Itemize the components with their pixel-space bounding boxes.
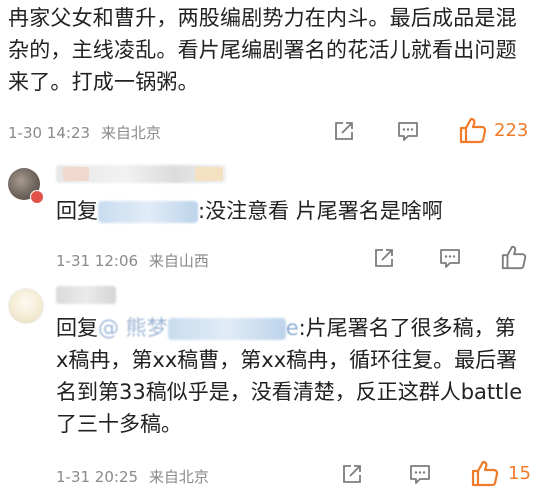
user-tag xyxy=(63,167,89,181)
reply-meta: 1-31 12:06 来自山西 xyxy=(56,250,209,271)
like-icon xyxy=(501,245,527,270)
comment-source: 来自北京 xyxy=(100,124,161,142)
mention-blurred[interactable] xyxy=(98,201,198,223)
share-icon xyxy=(335,122,353,140)
comment-icon xyxy=(398,122,418,141)
reply-source: 来自山西 xyxy=(148,252,209,270)
mention-visible[interactable]: @ 熊梦 xyxy=(98,316,168,340)
share-icon xyxy=(343,465,361,483)
comment-text: 冉家父女和曹升，两股编剧势力在内斗。最后成品是混杂的，主线凌乱。看片尾编剧署名的… xyxy=(8,6,517,94)
avatar[interactable] xyxy=(8,288,44,324)
user-tag xyxy=(195,167,223,181)
share-button[interactable] xyxy=(340,462,364,486)
comment-button[interactable] xyxy=(438,246,462,270)
share-icon xyxy=(375,249,393,267)
reply-time: 1-31 12:06 xyxy=(56,252,139,270)
reply-source: 来自北京 xyxy=(148,468,209,486)
verified-badge-icon xyxy=(30,190,44,204)
like-count: 223 xyxy=(494,119,529,141)
share-button[interactable] xyxy=(372,246,396,270)
mention-tail[interactable]: e xyxy=(286,316,299,340)
like-count: 15 xyxy=(508,462,531,484)
reply-text: 回复 :没注意看 片尾署名是啥啊 xyxy=(56,195,526,227)
reply-time: 1-31 20:25 xyxy=(56,468,139,486)
comment-icon xyxy=(410,465,430,484)
reply-text: 回复@ 熊梦 e:片尾署名了很多稿，第x稿冉，第xx稿曹，第xx稿冉，循环往复。最… xyxy=(56,312,526,440)
username-blurred[interactable] xyxy=(56,286,116,304)
reply-prefix: 回复 xyxy=(56,316,98,340)
comment-icon xyxy=(440,249,460,268)
like-icon xyxy=(459,117,487,144)
reply-prefix: 回复 xyxy=(56,199,98,223)
like-button[interactable]: 223 xyxy=(458,116,528,144)
comment-button[interactable] xyxy=(396,119,420,143)
reply-meta: 1-31 20:25 来自北京 xyxy=(56,466,209,487)
comment-button[interactable] xyxy=(408,462,432,486)
like-icon xyxy=(471,460,499,487)
mention-blurred[interactable] xyxy=(167,318,286,340)
comment-time: 1-30 14:23 xyxy=(8,124,91,142)
like-button[interactable] xyxy=(500,243,528,271)
share-button[interactable] xyxy=(332,119,356,143)
reply-body: :没注意看 片尾署名是啥啊 xyxy=(198,199,443,223)
comment-meta: 1-30 14:23 来自北京 xyxy=(8,122,161,143)
like-button[interactable]: 15 xyxy=(470,459,531,487)
